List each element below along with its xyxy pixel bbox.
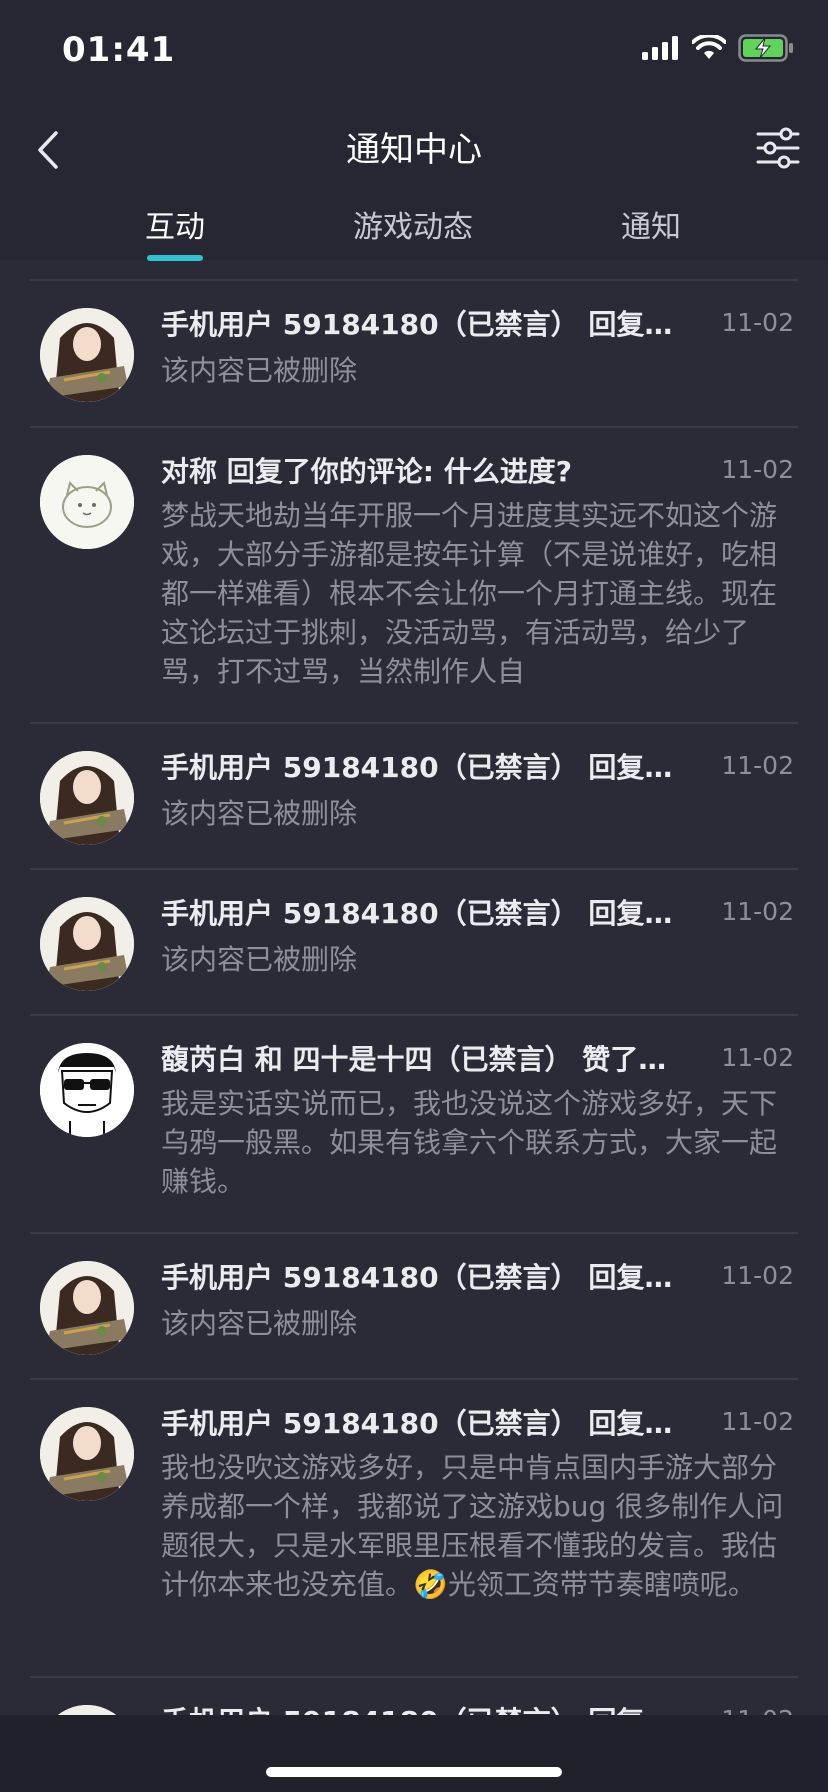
signal-icon [642,36,678,60]
notification-title: 手机用户 59184180（已禁言） 回复了你的评论 [161,1407,681,1440]
sliders-icon [756,127,800,169]
tab-interaction[interactable]: 互动 [75,202,275,246]
notification-title: 手机用户 59184180（已禁言） 回复了你的评论 [161,1702,681,1715]
status-icons [642,34,794,62]
notification-body: 我是实话实说而已，我也没说这个游戏多好，天下乌鸦一般黑。如果有钱拿六个联系方式，… [161,1087,778,1198]
notification-title: 手机用户 59184180（已禁言） 回复了你的评论 [161,751,681,784]
notification-date: 11-02 [721,308,794,337]
notification-date: 11-02 [721,1407,794,1436]
notification-date: 11-02 [721,455,794,484]
notification-date: 11-02 [721,751,794,780]
status-time: 01:41 [62,30,176,70]
notification-title: 馥芮白 和 四十是十四（已禁言） 赞了你的评论 [161,1043,681,1076]
notification-item[interactable]: 手机用户 59184180（已禁言） 回复了你的评论 11-02 我也没吹这游戏… [0,1380,828,1678]
notification-item[interactable]: 手机用户 59184180（已禁言） 回复了你的评论 11-02 该内容已被删除 [0,281,828,428]
status-bar: 01:41 [0,0,828,100]
notification-body: 我也没吹这游戏多好，只是中肯点国内手游大部分养成都一个样，我都说了这游戏bug … [161,1451,784,1601]
home-indicator[interactable] [266,1767,562,1777]
tab-game-news[interactable]: 游戏动态 [313,202,513,246]
anime-girl-avatar[interactable] [40,1705,134,1715]
notification-body: 该内容已被删除 [161,797,358,830]
notification-item[interactable]: 对称 回复了你的评论: 什么进度? 11-02 梦战天地劫当年开服一个月进度其实… [0,428,828,724]
anime-girl-avatar[interactable] [40,308,134,402]
notification-date: 11-02 [721,1043,794,1072]
wifi-icon [692,35,726,59]
notification-date: 11-02 [721,1261,794,1290]
anime-girl-avatar[interactable] [40,751,134,845]
tab-bar: 互动 游戏动态 通知 [0,198,828,260]
notification-title: 对称 回复了你的评论: 什么进度? [161,455,572,488]
header: 通知中心 互动 游戏动态 通知 [0,100,828,261]
anime-girl-avatar[interactable] [40,1407,134,1501]
page-title: 通知中心 [346,130,482,170]
notification-body: 该内容已被删除 [161,354,358,387]
notification-body: 该内容已被删除 [161,943,358,976]
notification-item[interactable]: 手机用户 59184180（已禁言） 回复了你的评论 11-02 该内容已被删除 [0,1234,828,1380]
notification-date: 11-02 [721,1700,794,1715]
notification-body: 该内容已被删除 [161,1307,358,1340]
anime-girl-avatar[interactable] [40,1261,134,1355]
notification-item[interactable]: 馥芮白 和 四十是十四（已禁言） 赞了你的评论 11-02 我是实话实说而已，我… [0,1016,828,1234]
anime-girl-avatar[interactable] [40,897,134,991]
notification-title: 手机用户 59184180（已禁言） 回复了你的评论 [161,308,681,341]
sunglasses-man-avatar[interactable] [40,1043,134,1137]
filter-settings-button[interactable] [752,118,804,178]
notification-item[interactable]: 手机用户 59184180（已禁言） 回复了你的评论 11-02 该内容已被删除 [0,870,828,1016]
notification-title: 手机用户 59184180（已禁言） 回复了你的评论 [161,897,681,930]
notification-date: 11-02 [721,897,794,926]
notification-title: 手机用户 59184180（已禁言） 回复了你的评论 [161,1261,681,1294]
battery-charging-icon [738,34,793,62]
bottom-safe-area [0,1715,828,1792]
tab-notices[interactable]: 通知 [551,202,751,246]
cat-doodle-avatar[interactable] [40,455,134,549]
notification-item[interactable]: 手机用户 59184180（已禁言） 回复了你的评论 11-02 该内容已被删除 [0,724,828,870]
notification-item[interactable]: 手机用户 59184180（已禁言） 回复了你的评论 11-02 [0,1678,828,1715]
notification-list[interactable]: 手机用户 59184180（已禁言） 回复了你的评论 11-02 该内容已被删除… [0,260,828,1715]
notification-body: 梦战天地劫当年开服一个月进度其实远不如这个游戏，大部分手游都是按年计算（不是说谁… [161,499,778,688]
